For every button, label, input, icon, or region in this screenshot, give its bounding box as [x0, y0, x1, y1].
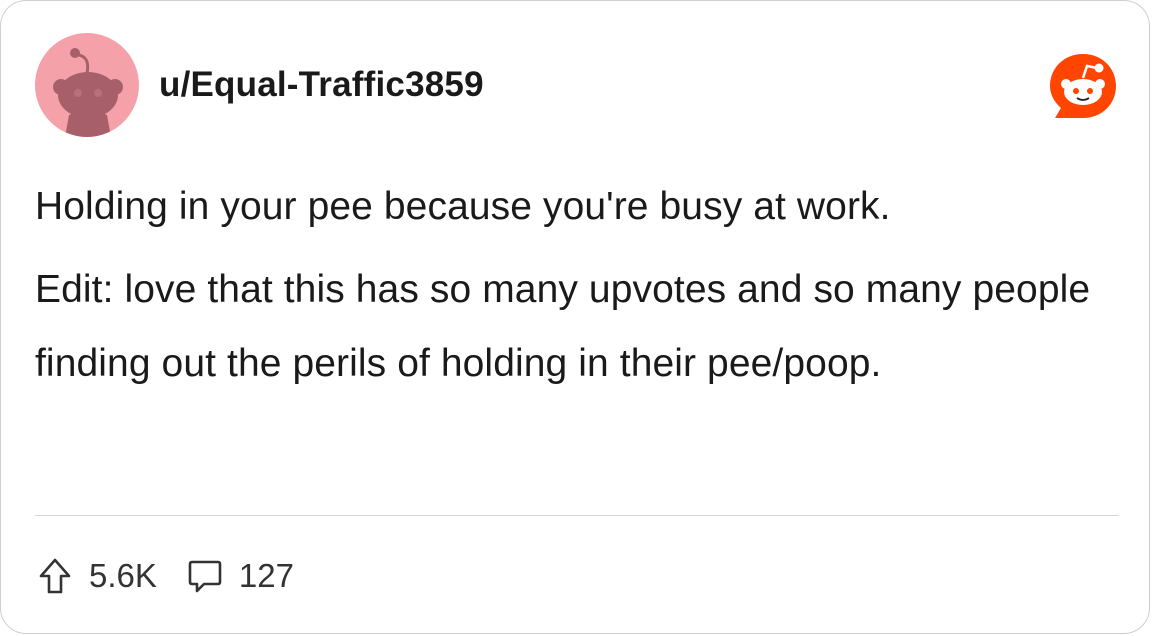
comment-bubble-icon	[185, 556, 225, 596]
post-footer: 5.6K 127	[35, 554, 294, 598]
post-title: Holding in your pee because you're busy …	[35, 185, 891, 228]
post-body: Holding in your pee because you're busy …	[35, 179, 1115, 401]
divider	[35, 515, 1119, 516]
upvote-button[interactable]: 5.6K	[35, 556, 157, 596]
post-header: u/Equal-Traffic3859	[35, 33, 1119, 137]
comments-button[interactable]: 127	[185, 556, 294, 596]
comment-count: 127	[238, 557, 294, 594]
username[interactable]: u/Equal-Traffic3859	[159, 65, 484, 105]
upvote-count: 5.6K	[89, 557, 157, 594]
snoo-avatar-icon	[35, 33, 139, 137]
upvote-arrow-icon	[35, 556, 75, 596]
post-edit-text: Edit: love that this has so many upvotes…	[35, 268, 1091, 385]
reddit-logo-icon	[1047, 50, 1119, 122]
post-card[interactable]: u/Equal-Traffic3859 Holding in your pee …	[0, 0, 1150, 634]
avatar[interactable]	[35, 33, 139, 137]
